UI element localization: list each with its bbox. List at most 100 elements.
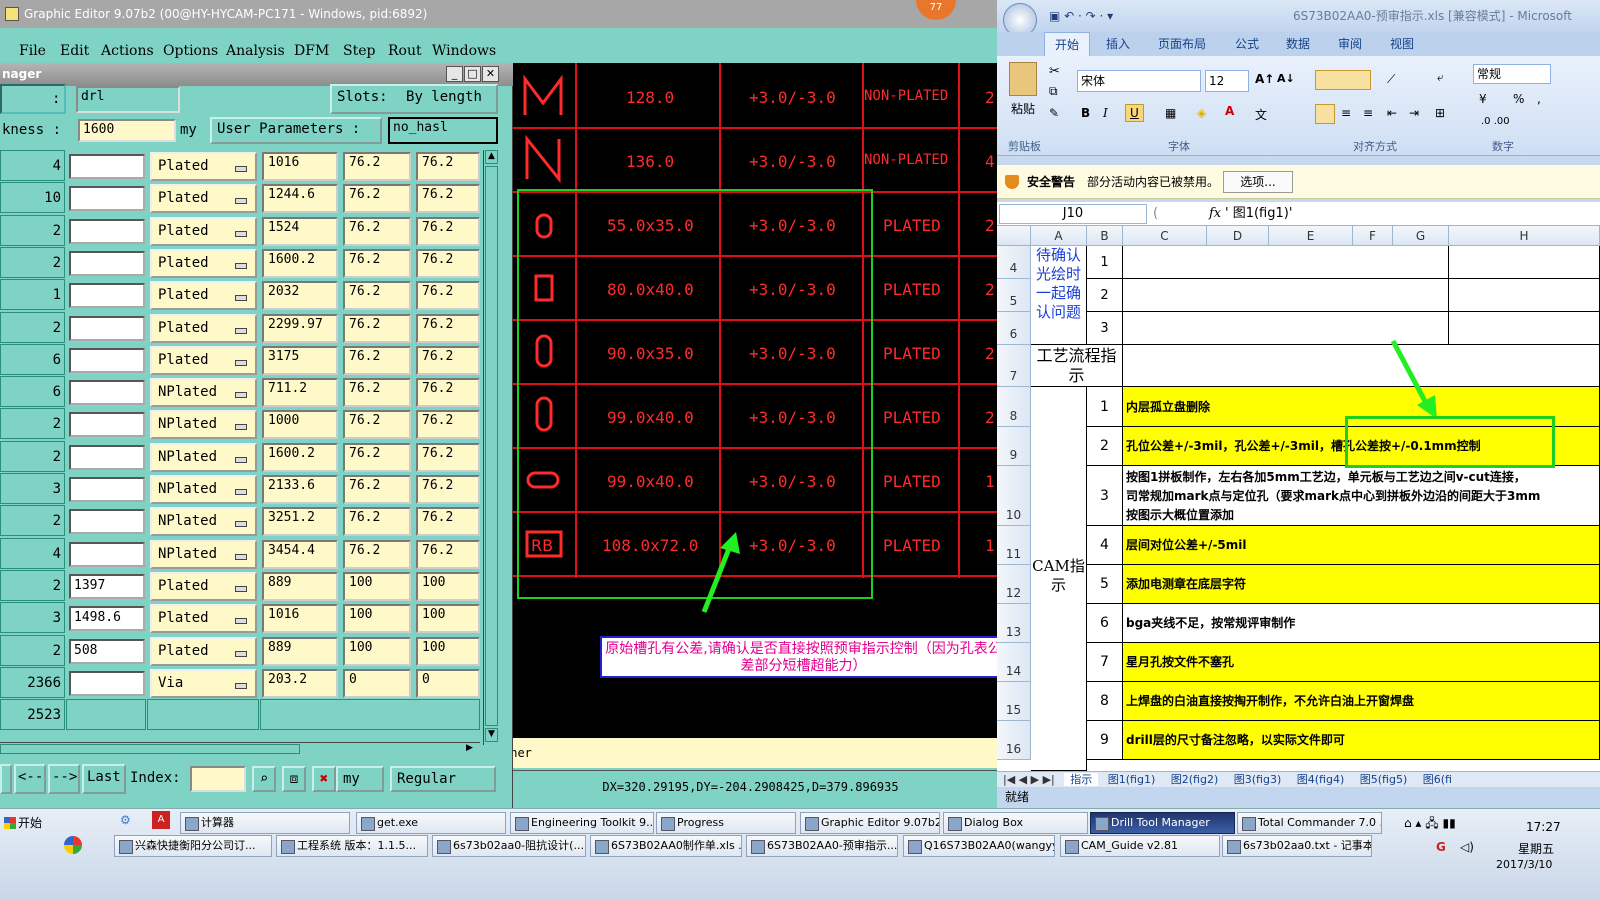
tool-finish-size-field[interactable] [69,670,145,696]
sheet-tab[interactable]: 图1(fig1) [1102,773,1162,786]
column-header[interactable]: D [1207,226,1269,246]
tab-view[interactable]: 视图 [1390,32,1414,56]
quick-access-icons[interactable]: ▣ ↶ · ↷ · ▾ [1049,0,1113,32]
pending-item-cell[interactable] [1449,246,1600,279]
tool-tol-plus-field[interactable]: 100 [343,636,411,666]
row-header[interactable]: 11 [997,526,1031,565]
tool-finish-size-field[interactable] [69,541,145,567]
tool-row[interactable]: 2 1397 Plated 889 100 100 [0,569,480,603]
copy-icon[interactable]: ⧉ [1049,84,1058,99]
tool-row[interactable]: 2 Plated 2299.97 76.2 76.2 [0,311,480,345]
wrap-text-icon[interactable]: ⤶ [1437,70,1444,85]
formula-input[interactable]: ' 图1(fig1)' [1225,202,1292,226]
sheet-nav-icons[interactable]: |◀ ◀ ▶ ▶| [997,773,1061,786]
tool-tol-minus-field[interactable]: 76.2 [416,539,480,569]
align-left-icon[interactable] [1315,104,1335,124]
taskbar-button[interactable]: 计算器 [180,812,350,834]
sheet-tab[interactable]: 图6(fi [1417,773,1458,786]
underline-icon[interactable]: U [1125,104,1144,122]
align-right-icon[interactable]: ≡ [1363,106,1373,120]
tool-row[interactable]: 2 508 Plated 889 100 100 [0,634,480,668]
tool-tol-minus-field[interactable]: 76.2 [416,216,480,246]
pending-item-cell[interactable] [1449,312,1600,345]
tool-size-field[interactable]: 3454.4 [262,539,338,569]
tool-size-field[interactable]: 889 [262,571,338,601]
row-header[interactable]: 14 [997,643,1031,682]
tool-tol-plus-field[interactable]: 100 [343,604,411,634]
format-painter-icon[interactable]: ✎ [1049,106,1059,120]
menu-options[interactable]: Options [163,43,218,59]
tool-type-select[interactable]: Via [150,668,257,698]
column-header[interactable]: G [1393,226,1449,246]
tool-tol-plus-field[interactable]: 76.2 [343,184,411,214]
tool-tol-plus-field[interactable]: 100 [343,571,411,601]
tool-finish-size-field[interactable] [69,444,145,470]
layer-name-field[interactable]: drl [76,86,180,113]
row-header[interactable]: 13 [997,604,1031,643]
shrink-font-icon[interactable]: A↓ [1277,72,1295,85]
tool-tol-minus-field[interactable]: 100 [416,571,480,601]
tool-tol-minus-field[interactable]: 100 [416,636,480,666]
taskbar-button[interactable]: 兴森快捷衡阳分公司订... [114,835,272,857]
tool-row[interactable]: 4 NPlated 3454.4 76.2 76.2 [0,537,480,571]
quicklaunch-icon[interactable]: ⚙ [120,813,131,827]
fit-icon[interactable]: ⧈ [282,766,306,792]
pending-item-cell[interactable] [1449,279,1600,312]
tool-finish-size-field[interactable] [69,315,145,341]
tool-tol-plus-field[interactable]: 76.2 [343,248,411,278]
row-header[interactable]: 8 [997,387,1031,427]
tool-tol-plus-field[interactable]: 76.2 [343,281,411,311]
currency-icon[interactable]: ¥ [1479,92,1487,106]
grow-font-icon[interactable]: A↑ [1255,72,1274,86]
tool-tol-minus-field[interactable]: 76.2 [416,442,480,472]
tool-size-field[interactable]: 889 [262,636,338,666]
tool-finish-size-field[interactable] [69,509,145,535]
tool-size-field[interactable]: 2032 [262,281,338,311]
merge-icon[interactable]: ⊞ [1435,106,1445,120]
process-cell[interactable] [1123,345,1600,387]
align-middle-icon[interactable] [1315,70,1371,90]
tool-size-field[interactable]: 2299.97 [262,313,338,343]
sheet-tab[interactable]: 图2(fig2) [1165,773,1225,786]
tool-type-select[interactable]: Plated [150,571,257,601]
tool-tol-minus-field[interactable]: 76.2 [416,507,480,537]
tool-finish-size-field[interactable]: 1498.6 [69,606,145,632]
tool-row[interactable]: 3 1498.6 Plated 1016 100 100 [0,602,480,635]
tray-icons[interactable]: ⌂ ▴ 🖧 ▮▮ [1404,814,1456,835]
tool-finish-size-field[interactable] [69,218,145,244]
tool-type-select[interactable]: Plated [150,152,257,181]
taskbar-button[interactable]: Graphic Editor 9.07b2 ... [800,812,940,834]
tool-finish-size-field[interactable] [69,380,145,406]
menu-edit[interactable]: Edit [60,43,89,59]
vertical-scrollbar[interactable]: ▲ ▼ [483,150,499,745]
phonetic-icon[interactable]: 文 [1255,106,1267,123]
column-header[interactable]: B [1087,226,1123,246]
tab-formulas[interactable]: 公式 [1235,32,1259,56]
tool-tol-plus-field[interactable]: 76.2 [343,507,411,537]
tool-type-select[interactable]: Plated [150,216,257,246]
indent-icon[interactable]: ⇤ [1387,106,1397,120]
instruction-text[interactable]: 星月孔按文件不塞孔 [1123,643,1600,682]
tool-finish-size-field[interactable]: 508 [69,638,145,664]
taskbar-button[interactable]: Total Commander 7.0 ... [1237,812,1382,834]
tool-row[interactable]: 6 Plated 3175 76.2 76.2 [0,343,480,377]
scroll-down-icon[interactable]: ▼ [485,728,498,742]
tool-tol-plus-field[interactable]: 0 [343,668,411,698]
tool-size-field[interactable]: 1016 [262,604,338,634]
tool-tol-minus-field[interactable]: 100 [416,604,480,634]
tool-row[interactable]: 2 NPlated 1000 76.2 76.2 [0,408,480,441]
tool-finish-size-field[interactable] [69,283,145,309]
taskbar-button[interactable]: 6S73B02AA0制作单.xls ... [590,835,742,857]
column-header[interactable]: F [1353,226,1393,246]
pdf-icon[interactable]: A [152,811,170,829]
taskbar-button[interactable]: 6S73B02AA0-预审指示.... [746,835,898,857]
tool-tol-plus-field[interactable]: 76.2 [343,442,411,472]
tool-tol-plus-field[interactable]: 76.2 [343,345,411,375]
tool-tol-minus-field[interactable]: 76.2 [416,475,480,504]
select-all-corner[interactable] [997,226,1031,246]
prev-button[interactable]: <-- [14,764,46,794]
tool-size-field[interactable]: 1600.2 [262,248,338,278]
taskbar-button[interactable]: Engineering Toolkit 9.... [510,812,654,834]
borders-icon[interactable]: ▦ [1165,106,1176,120]
tool-tol-plus-field[interactable]: 76.2 [343,410,411,440]
